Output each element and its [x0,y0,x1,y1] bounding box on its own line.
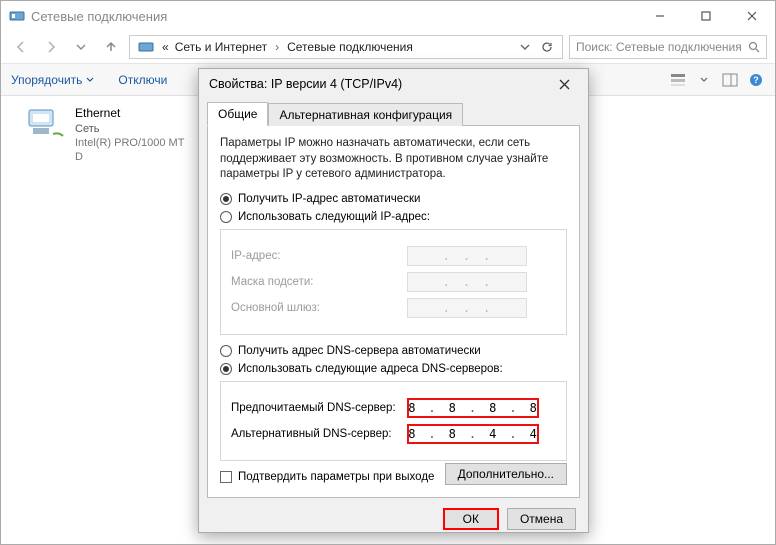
tab-panel-general: Параметры IP можно назначать автоматичес… [207,125,580,498]
dns-group: Предпочитаемый DNS-сервер: 8.8.8.8 Альте… [220,381,567,461]
nav-back[interactable] [9,35,33,59]
help-icon[interactable]: ? [747,71,765,89]
breadcrumb-prefix: « [162,40,169,54]
alternate-dns-input[interactable]: 8.8.4.4 [407,424,539,444]
preferred-dns-row: Предпочитаемый DNS-сервер: 8.8.8.8 [231,398,556,418]
dialog-tabs: Общие Альтернативная конфигурация [199,101,588,125]
details-pane-icon[interactable] [721,71,739,89]
cancel-button[interactable]: Отмена [507,508,576,530]
breadcrumb[interactable]: « Сеть и Интернет › Сетевые подключения [129,35,563,59]
dialog-close-button[interactable] [550,70,578,98]
radio-icon [220,345,232,357]
breadcrumb-seg2[interactable]: Сетевые подключения [287,40,413,54]
svg-text:?: ? [753,75,759,85]
maximize-button[interactable] [683,1,729,31]
adapter-item-ethernet[interactable]: Ethernet Сеть Intel(R) PRO/1000 MT D [25,106,195,164]
alternate-dns-row: Альтернативный DNS-сервер: 8.8.4.4 [231,424,556,444]
radio-icon [220,363,232,375]
network-icon [9,8,25,24]
chevron-down-icon [86,76,94,84]
explorer-window: Сетевые подключения « Сеть и Интернет › … [0,0,776,545]
view-options-icon[interactable] [669,71,687,89]
description-text: Параметры IP можно назначать автоматичес… [220,136,567,183]
chevron-down-icon[interactable] [516,38,534,56]
adapter-icon [25,106,65,142]
search-placeholder: Поиск: Сетевые подключения [576,40,742,54]
radio-ip-manual[interactable]: Использовать следующий IP-адрес: [220,211,567,223]
ok-button[interactable]: ОК [443,508,499,530]
ip-address-input: ... [407,246,527,266]
dialog-title: Свойства: IP версии 4 (TCP/IPv4) [209,77,402,91]
ip-address-row: IP-адрес: ... [231,246,556,266]
checkbox-confirm-exit[interactable] [220,471,232,483]
search-icon [748,41,760,53]
adapter-name: Ethernet [75,106,195,122]
adapter-group: Сеть [75,122,195,136]
address-bar-row: « Сеть и Интернет › Сетевые подключения … [1,31,775,63]
search-input[interactable]: Поиск: Сетевые подключения [569,35,767,59]
refresh-icon[interactable] [538,38,556,56]
advanced-button[interactable]: Дополнительно... [445,463,567,485]
chevron-down-icon[interactable] [69,35,93,59]
ip-group: IP-адрес: ... Маска подсети: ... Основно… [220,229,567,335]
dialog-titlebar: Свойства: IP версии 4 (TCP/IPv4) [199,69,588,99]
window-title: Сетевые подключения [31,9,167,24]
radio-icon [220,211,232,223]
subnet-mask-input: ... [407,272,527,292]
radio-dns-manual[interactable]: Использовать следующие адреса DNS-сервер… [220,363,567,375]
close-button[interactable] [729,1,775,31]
organize-menu[interactable]: Упорядочить [11,73,94,87]
network-folder-icon [136,38,156,56]
nav-up[interactable] [99,35,123,59]
nav-forward[interactable] [39,35,63,59]
tab-general[interactable]: Общие [207,102,268,126]
dialog-buttons: ОК Отмена [199,498,588,530]
breadcrumb-seg1[interactable]: Сеть и Интернет [175,40,267,54]
radio-ip-auto[interactable]: Получить IP-адрес автоматически [220,193,567,205]
radio-icon [220,193,232,205]
disable-device-button[interactable]: Отключи [118,73,167,87]
gateway-input: ... [407,298,527,318]
preferred-dns-input[interactable]: 8.8.8.8 [407,398,539,418]
gateway-row: Основной шлюз: ... [231,298,556,318]
radio-dns-auto[interactable]: Получить адрес DNS-сервера автоматически [220,345,567,357]
titlebar: Сетевые подключения [1,1,775,31]
chevron-right-icon: › [275,40,279,54]
minimize-button[interactable] [637,1,683,31]
subnet-mask-row: Маска подсети: ... [231,272,556,292]
tab-alternate[interactable]: Альтернативная конфигурация [268,103,463,126]
ipv4-properties-dialog: Свойства: IP версии 4 (TCP/IPv4) Общие А… [198,68,589,533]
adapter-device: Intel(R) PRO/1000 MT D [75,136,195,165]
chevron-down-icon[interactable] [695,71,713,89]
